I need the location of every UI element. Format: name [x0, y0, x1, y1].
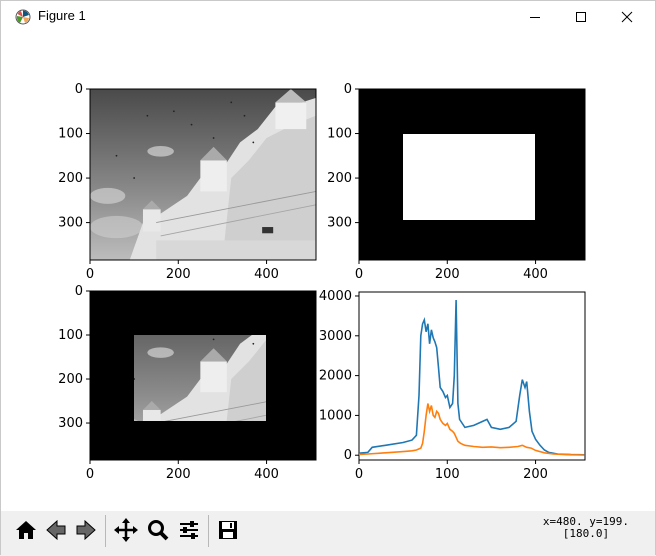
cursor-pixel-value: [180.0] — [562, 527, 610, 540]
matplotlib-figure-icon — [15, 9, 31, 25]
maximize-icon — [576, 12, 586, 22]
x-tick-label: 400 — [254, 467, 279, 482]
x-tick-label: 200 — [523, 467, 548, 482]
y-tick-label: 0 — [344, 82, 352, 97]
subplot-masked-photo — [89, 290, 317, 461]
save-icon — [219, 521, 237, 539]
home-button[interactable] — [11, 515, 41, 545]
x-tick-label: 200 — [166, 267, 191, 282]
maximize-button[interactable] — [558, 1, 604, 33]
x-tick-label: 0 — [86, 467, 94, 482]
subplot-histogram — [358, 291, 586, 461]
y-tick-label: 100 — [58, 328, 83, 343]
y-tick-label: 200 — [327, 171, 352, 186]
configure-subplots-button[interactable] — [174, 515, 204, 545]
configure-subplots-icon — [180, 521, 198, 539]
y-tick-label: 1000 — [319, 408, 352, 423]
x-tick-label: 100 — [435, 467, 460, 482]
back-button[interactable] — [41, 515, 71, 545]
toolbar-separator — [208, 515, 209, 547]
y-tick-label: 100 — [327, 127, 352, 142]
title-bar[interactable]: Figure 1 — [1, 1, 655, 33]
y-tick-label: 0 — [75, 284, 83, 299]
pan-icon — [114, 518, 138, 542]
cursor-status: x=480. y=199. [180.0] — [543, 516, 629, 540]
figure-svg: 0 200 40001002003000 200 40001002003000 200 40… — [58, 82, 586, 482]
y-tick-label: 0 — [344, 448, 352, 463]
x-tick-label: 400 — [523, 267, 548, 282]
minimize-button[interactable] — [512, 1, 558, 33]
zoom-icon — [148, 520, 169, 541]
x-tick-label: 200 — [166, 467, 191, 482]
y-tick-label: 3000 — [319, 329, 352, 344]
y-tick-label: 300 — [58, 216, 83, 231]
pan-button[interactable] — [111, 515, 141, 545]
x-tick-label: 0 — [355, 267, 363, 282]
window-title: Figure 1 — [38, 8, 86, 23]
x-tick-label: 200 — [435, 267, 460, 282]
subplot-grayscale-photo — [89, 88, 317, 261]
x-tick-label: 400 — [254, 267, 279, 282]
zoom-button[interactable] — [143, 515, 173, 545]
x-tick-label: 0 — [355, 467, 363, 482]
back-arrow-icon — [46, 519, 66, 541]
y-tick-label: 300 — [327, 216, 352, 231]
y-tick-label: 100 — [58, 127, 83, 142]
y-tick-label: 2000 — [319, 369, 352, 384]
y-tick-label: 200 — [58, 171, 83, 186]
toolbar-separator — [105, 515, 106, 547]
forward-button[interactable] — [71, 515, 101, 545]
subplot-mask — [358, 88, 586, 261]
x-tick-label: 0 — [86, 267, 94, 282]
y-tick-label: 300 — [58, 416, 83, 431]
minimize-icon — [530, 17, 540, 18]
forward-arrow-icon — [76, 519, 96, 541]
home-icon — [16, 521, 36, 539]
figure-window: Figure 1 0 200 400 0 100 200 300 0 200 4… — [0, 0, 656, 556]
save-button[interactable] — [213, 515, 243, 545]
close-icon — [621, 11, 633, 23]
close-button[interactable] — [604, 1, 650, 33]
figure-canvas[interactable]: 0 200 400 0 100 200 300 0 200 400 0 100 200 300 0 200 40… — [1, 33, 655, 511]
y-tick-label: 200 — [58, 372, 83, 387]
navigation-toolbar: x=480. y=199. [180.0] — [1, 511, 655, 556]
y-tick-label: 4000 — [319, 289, 352, 304]
y-tick-label: 0 — [75, 82, 83, 97]
